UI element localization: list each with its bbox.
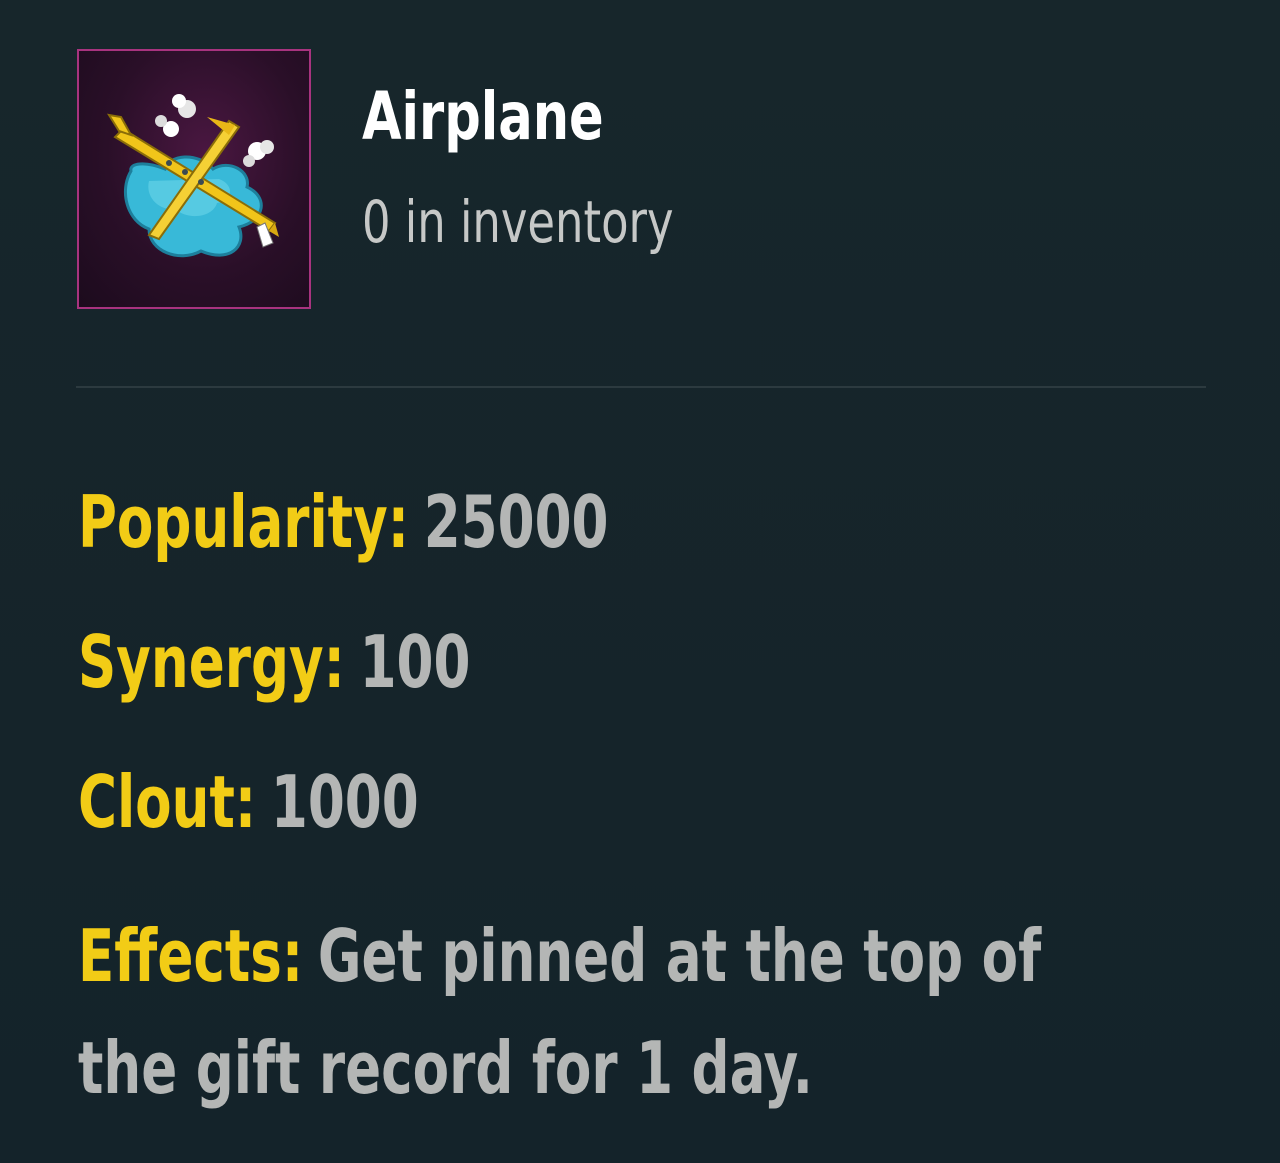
stat-clout: Clout: 1000	[78, 760, 419, 844]
synergy-label: Synergy:	[78, 620, 345, 704]
gift-detail-panel: Airplane 0 in inventory Popularity: 25000…	[0, 0, 1280, 1163]
clout-value: 1000	[270, 760, 419, 844]
stat-popularity: Popularity: 25000	[78, 480, 609, 564]
airplane-icon	[77, 49, 311, 309]
stat-synergy: Synergy: 100	[78, 620, 470, 704]
divider	[76, 386, 1206, 388]
popularity-value: 25000	[423, 480, 609, 564]
stat-effects: Effects: Get pinned at the top of the gif…	[78, 900, 1087, 1124]
clout-label: Clout:	[78, 760, 257, 844]
effects-label: Effects:	[78, 914, 304, 998]
item-title: Airplane	[362, 78, 604, 155]
airplane-illustration	[106, 94, 279, 258]
popularity-label: Popularity:	[78, 480, 409, 564]
inventory-count: 0 in inventory	[362, 188, 674, 256]
synergy-value: 100	[359, 620, 471, 704]
